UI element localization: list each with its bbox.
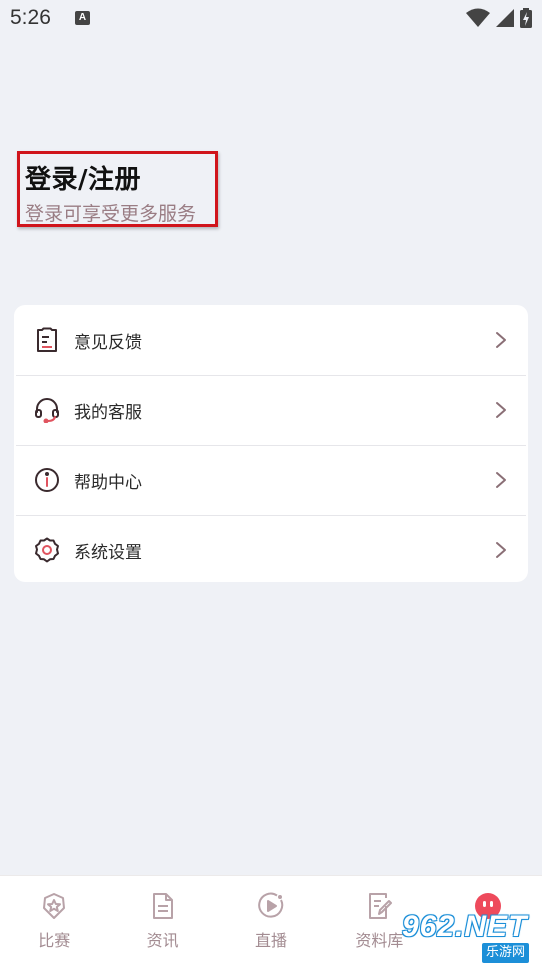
bottom-nav: 比赛 资讯 直播 资料库 — [0, 875, 542, 965]
gear-icon — [33, 536, 61, 564]
nav-tab-live[interactable]: 直播 — [217, 876, 325, 965]
menu-item-label: 系统设置 — [74, 542, 142, 563]
feedback-icon — [33, 326, 61, 354]
chevron-right-icon — [496, 332, 506, 348]
headset-icon — [33, 396, 61, 424]
notification-letter-icon: A — [75, 11, 90, 25]
login-title: 登录/注册 — [25, 165, 141, 195]
play-icon — [258, 892, 284, 918]
menu-item-customer-service[interactable]: 我的客服 — [14, 375, 528, 445]
chevron-right-icon — [496, 402, 506, 418]
star-badge-icon — [43, 893, 66, 919]
note-edit-icon — [369, 893, 393, 919]
nav-tab-matches[interactable]: 比赛 — [0, 876, 108, 965]
nav-tab-label: 资讯 — [146, 931, 179, 950]
battery-icon — [520, 8, 532, 28]
login-subtitle: 登录可享受更多服务 — [25, 203, 197, 225]
chevron-right-icon — [496, 542, 506, 558]
status-bar: 5:26 A — [0, 0, 542, 40]
menu-item-label: 意见反馈 — [74, 332, 142, 353]
menu-item-help-center[interactable]: 帮助中心 — [14, 445, 528, 515]
status-time: 5:26 — [10, 6, 51, 29]
login-register-entry[interactable]: 登录/注册 登录可享受更多服务 — [17, 151, 218, 227]
nav-tab-label: 直播 — [255, 931, 288, 950]
chevron-right-icon — [496, 472, 506, 488]
info-icon — [33, 466, 61, 494]
document-icon — [152, 893, 173, 919]
wifi-icon — [465, 8, 490, 27]
menu-item-feedback[interactable]: 意见反馈 — [14, 305, 528, 375]
nav-tab-label: 比赛 — [38, 931, 71, 950]
status-indicators — [465, 8, 532, 28]
nav-tab-label: 资料库 — [355, 931, 404, 950]
menu-item-system-settings[interactable]: 系统设置 — [14, 515, 528, 582]
menu-item-label: 帮助中心 — [74, 472, 142, 493]
signal-icon — [495, 9, 514, 27]
nav-tab-database[interactable]: 资料库 — [325, 876, 433, 965]
profile-face-icon — [474, 893, 501, 919]
nav-tab-news[interactable]: 资讯 — [108, 876, 216, 965]
settings-menu-card: 意见反馈 我的客服 帮助中心 系统设置 — [14, 305, 528, 582]
menu-item-label: 我的客服 — [74, 402, 142, 423]
nav-tab-profile[interactable] — [434, 876, 542, 965]
